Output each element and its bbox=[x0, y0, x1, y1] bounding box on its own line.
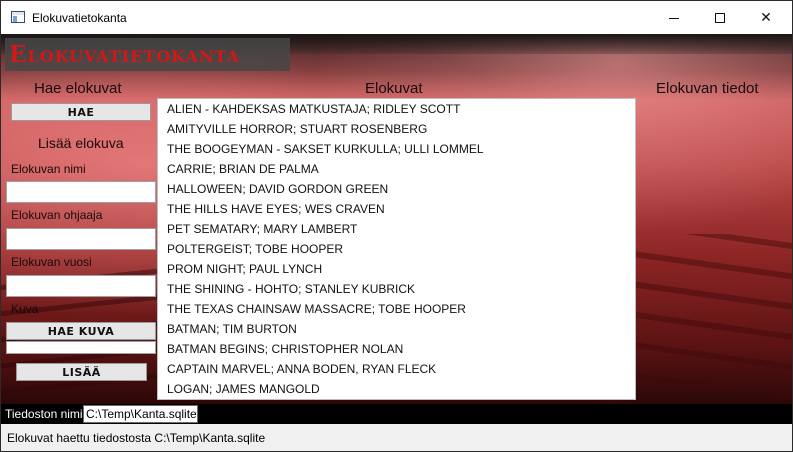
minimize-button[interactable] bbox=[651, 1, 697, 34]
movie-name-label: Elokuvan nimi bbox=[11, 162, 86, 176]
movie-list[interactable]: ALIEN - KAHDEKSAS MATKUSTAJA; RIDLEY SCO… bbox=[157, 98, 636, 400]
movie-name-input[interactable] bbox=[6, 181, 156, 203]
search-heading: Hae elokuvat bbox=[34, 80, 122, 97]
main-content: Elokuvatietokanta Hae elokuvat Elokuvat … bbox=[1, 34, 792, 404]
add-movie-button[interactable]: LISÄÄ bbox=[16, 363, 147, 381]
movies-heading: Elokuvat bbox=[365, 80, 423, 97]
app-window-icon bbox=[11, 11, 25, 23]
window-title: Elokuvatietokanta bbox=[32, 11, 127, 25]
movie-director-input[interactable] bbox=[6, 228, 156, 250]
close-icon: ✕ bbox=[760, 9, 772, 26]
close-button[interactable]: ✕ bbox=[743, 1, 789, 34]
list-item[interactable]: BATMAN; TIM BURTON bbox=[158, 319, 635, 339]
app-window: Elokuvatietokanta ✕ Elokuvatietokanta Ha… bbox=[0, 0, 793, 452]
list-item[interactable]: LOGAN; JAMES MANGOLD bbox=[158, 379, 635, 399]
list-item[interactable]: THE TEXAS CHAINSAW MASSACRE; TOBE HOOPER bbox=[158, 299, 635, 319]
details-heading: Elokuvan tiedot bbox=[656, 80, 759, 97]
file-name-input[interactable]: C:\Temp\Kanta.sqlite bbox=[83, 405, 198, 423]
file-row: Tiedoston nimi C:\Temp\Kanta.sqlite bbox=[1, 404, 792, 424]
list-item[interactable]: ALIEN - KAHDEKSAS MATKUSTAJA; RIDLEY SCO… bbox=[158, 99, 635, 119]
list-item[interactable]: POLTERGEIST; TOBE HOOPER bbox=[158, 239, 635, 259]
status-text: Elokuvat haettu tiedostosta C:\Temp\Kant… bbox=[7, 431, 266, 445]
movie-year-label: Elokuvan vuosi bbox=[11, 255, 92, 269]
list-item[interactable]: PET SEMATARY; MARY LAMBERT bbox=[158, 219, 635, 239]
add-movie-heading: Lisää elokuva bbox=[38, 135, 124, 151]
title-bar[interactable]: Elokuvatietokanta ✕ bbox=[1, 1, 792, 34]
list-item[interactable]: BATMAN BEGINS; CHRISTOPHER NOLAN bbox=[158, 339, 635, 359]
search-button[interactable]: HAE bbox=[11, 103, 151, 121]
list-item[interactable]: AMITYVILLE HORROR; STUART ROSENBERG bbox=[158, 119, 635, 139]
choose-image-button[interactable]: HAE KUVA bbox=[6, 322, 156, 340]
image-label: Kuva bbox=[11, 302, 39, 316]
maximize-button[interactable] bbox=[697, 1, 743, 34]
list-item[interactable]: THE BOOGEYMAN - SAKSET KURKULLA; ULLI LO… bbox=[158, 139, 635, 159]
list-item[interactable]: HALLOWEEN; DAVID GORDON GREEN bbox=[158, 179, 635, 199]
file-name-label: Tiedoston nimi bbox=[5, 407, 83, 421]
list-item[interactable]: CAPTAIN MARVEL; ANNA BODEN, RYAN FLECK bbox=[158, 359, 635, 379]
status-bar: Elokuvat haettu tiedostosta C:\Temp\Kant… bbox=[1, 424, 792, 451]
app-banner-title: Elokuvatietokanta bbox=[9, 41, 240, 68]
movie-director-label: Elokuvan ohjaaja bbox=[11, 208, 103, 222]
minimize-icon bbox=[669, 18, 679, 19]
app-banner: Elokuvatietokanta bbox=[5, 38, 290, 71]
list-item[interactable]: PROM NIGHT; PAUL LYNCH bbox=[158, 259, 635, 279]
list-item[interactable]: CARRIE; BRIAN DE PALMA bbox=[158, 159, 635, 179]
list-item[interactable]: THE SHINING - HOHTO; STANLEY KUBRICK bbox=[158, 279, 635, 299]
maximize-icon bbox=[715, 12, 725, 23]
image-path-input[interactable] bbox=[6, 341, 156, 354]
movie-year-input[interactable] bbox=[6, 275, 156, 297]
list-item[interactable]: THE HILLS HAVE EYES; WES CRAVEN bbox=[158, 199, 635, 219]
